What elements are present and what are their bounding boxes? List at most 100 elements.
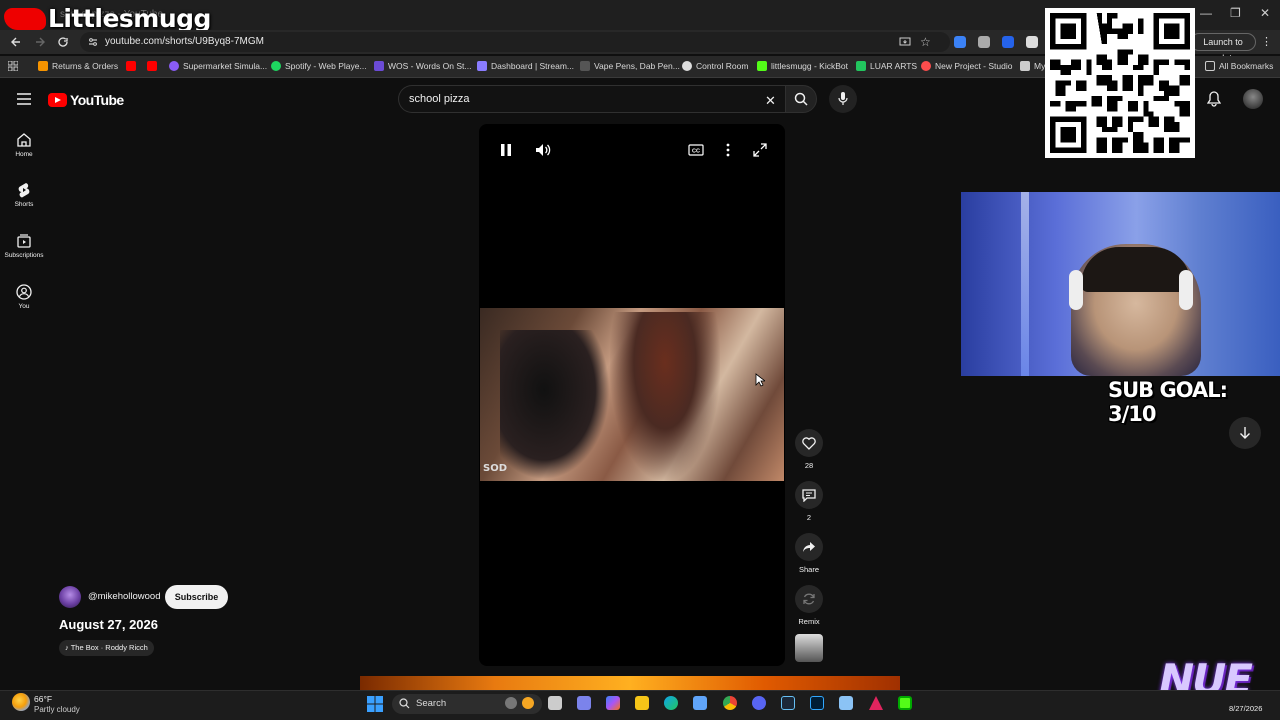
minimize-icon[interactable]: — <box>1200 6 1212 20</box>
pause-button[interactable] <box>497 141 515 159</box>
remix-button[interactable]: Remix <box>794 585 824 626</box>
sound-thumbnail[interactable] <box>795 634 823 662</box>
search-highlight-icon <box>505 697 517 709</box>
bookmark-star-icon[interactable]: ☆ <box>920 35 931 49</box>
like-button-circle[interactable] <box>795 429 823 457</box>
channel-avatar[interactable] <box>59 586 81 608</box>
extension-icon-1[interactable] <box>954 36 966 48</box>
obs-icon[interactable] <box>898 696 912 710</box>
back-icon[interactable] <box>10 36 22 48</box>
maximize-icon[interactable]: ❐ <box>1230 6 1241 20</box>
bookmark-favicon <box>757 61 767 71</box>
comments-button-circle[interactable] <box>795 481 823 509</box>
bookmark-item[interactable]: Dashboard | Stream... <box>477 61 574 71</box>
teams-icon[interactable] <box>577 696 591 710</box>
clear-search-icon[interactable]: ✕ <box>765 93 776 109</box>
bookmark-item[interactable]: littlesmugg - KickBot <box>757 61 848 71</box>
captions-button[interactable]: CC <box>687 141 705 159</box>
weather-description[interactable]: Partly cloudy <box>34 705 80 714</box>
bookmark-favicon <box>374 61 384 71</box>
like-button[interactable]: 28 <box>794 429 824 470</box>
music-chip[interactable]: ♪ The Box · Roddy Ricch <box>59 640 154 656</box>
taskbar-search-label[interactable]: Search <box>416 698 446 709</box>
fullscreen-button[interactable] <box>751 141 769 159</box>
forward-icon[interactable] <box>34 36 46 48</box>
share-button[interactable]: Share <box>794 533 824 574</box>
taskbar-search[interactable] <box>392 694 542 714</box>
volume-button[interactable] <box>534 141 552 159</box>
apps-grid-icon[interactable] <box>8 61 18 71</box>
subscribe-button[interactable]: Subscribe <box>165 585 228 609</box>
extension-icon-3[interactable] <box>1002 36 1014 48</box>
more-options-button[interactable] <box>719 141 737 159</box>
notifications-bell-icon[interactable] <box>1207 91 1221 107</box>
remix-button-circle[interactable] <box>795 585 823 613</box>
bookmark-item[interactable]: Control Room <box>682 61 748 71</box>
sidebar-item-you[interactable]: You <box>0 284 48 310</box>
taskbar-date[interactable]: 8/27/2026 <box>1229 704 1262 713</box>
store-icon[interactable] <box>693 696 707 710</box>
spotify-favicon <box>271 61 281 71</box>
extension-icon-4[interactable] <box>1026 36 1038 48</box>
close-window-icon[interactable]: ✕ <box>1260 6 1270 20</box>
site-info-icon[interactable] <box>88 37 98 47</box>
app-icon-red[interactable] <box>869 696 883 710</box>
fullscreen-icon <box>753 143 767 157</box>
bookmark-item[interactable]: Returns & Orders <box>38 61 118 71</box>
chrome-icon[interactable] <box>723 696 737 710</box>
hamburger-menu-icon[interactable] <box>17 93 31 105</box>
search-query-text[interactable]: school pizza <box>409 93 470 105</box>
task-view-icon[interactable] <box>548 696 562 710</box>
windows-start-icon[interactable] <box>367 696 383 712</box>
photoshop-icon[interactable] <box>810 696 824 710</box>
discord-icon[interactable] <box>752 696 766 710</box>
bookmark-favicon <box>856 61 866 71</box>
remix-label: Remix <box>798 617 820 626</box>
bookmark-item[interactable]: WOS - Words On St... <box>374 61 471 71</box>
notepad-icon[interactable] <box>839 696 853 710</box>
browser-menu-icon[interactable]: ⋮ <box>1261 35 1272 48</box>
webcam-light-strip <box>1021 192 1029 376</box>
subscriptions-icon <box>17 234 31 248</box>
bookmark-item[interactable] <box>126 61 136 71</box>
edge-icon[interactable] <box>664 696 678 710</box>
bookmark-item[interactable]: Vape Pens, Dab Pen... <box>580 61 680 71</box>
search-button[interactable] <box>785 85 817 113</box>
reload-icon[interactable] <box>57 36 69 48</box>
url-text[interactable]: youtube.com/shorts/U9Byq8-7MGM <box>105 36 264 47</box>
headphone-left <box>1069 270 1083 310</box>
channel-handle[interactable]: @mikehollowood <box>88 591 160 602</box>
account-avatar[interactable] <box>1243 89 1263 109</box>
sidebar-item-home[interactable]: Home <box>0 132 48 158</box>
bookmark-item[interactable]: Supermarket Simula... <box>169 61 267 71</box>
share-icon <box>803 542 815 552</box>
bookmark-item[interactable]: New Project - Studio <box>921 61 1012 71</box>
bookmark-item[interactable]: My <box>1020 61 1045 71</box>
file-explorer-icon[interactable] <box>635 696 649 710</box>
weather-icon[interactable] <box>12 693 30 711</box>
copilot-icon[interactable] <box>606 696 620 710</box>
comment-count: 2 <box>806 513 812 522</box>
bookmark-item[interactable]: LUAR ARTS <box>856 61 917 71</box>
bookmark-item[interactable] <box>147 61 157 71</box>
sidebar-item-shorts[interactable]: Shorts <box>0 182 48 208</box>
steam-icon[interactable] <box>781 696 795 710</box>
share-label: Share <box>798 565 819 574</box>
youtube-logo[interactable]: YouTube <box>48 92 124 108</box>
webcam-hair <box>1081 247 1191 292</box>
bookmark-favicon <box>38 61 48 71</box>
youtube-wordmark: YouTube <box>70 92 124 108</box>
all-bookmarks-folder[interactable]: All Bookmarks <box>1205 61 1273 71</box>
voice-search-button[interactable] <box>829 85 857 113</box>
sidebar-item-subscriptions[interactable]: Subscriptions <box>0 233 48 259</box>
update-button[interactable]: Launch to update <box>1190 33 1256 63</box>
bookmark-item[interactable]: Spotify - Web Playe... <box>271 61 367 71</box>
install-app-icon[interactable] <box>899 36 911 48</box>
comments-button[interactable]: 2 <box>794 481 824 522</box>
more-vert-icon <box>726 143 730 157</box>
weather-temperature[interactable]: 66°F <box>34 694 52 704</box>
next-video-button[interactable] <box>1229 417 1261 449</box>
fire-overlay-strip <box>360 676 900 690</box>
share-button-circle[interactable] <box>795 533 823 561</box>
extension-icon-2[interactable] <box>978 36 990 48</box>
